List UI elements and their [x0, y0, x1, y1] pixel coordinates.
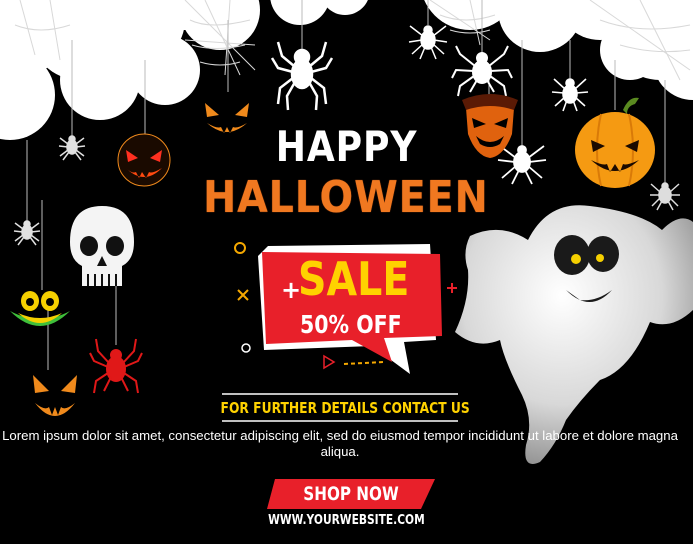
website-link[interactable]: WWW.YOURWEBSITE.COM	[62, 513, 630, 528]
triangle-decoration	[323, 354, 336, 370]
body-text: Lorem ipsum dolor sit amet, consectetur …	[2, 428, 678, 459]
happy-heading: HAPPY	[275, 122, 418, 171]
plus-decoration	[447, 283, 457, 293]
halloween-sale-poster: HAPPY HALLOWEEN + SALE 50% OFF FOR FURTH…	[0, 0, 693, 544]
shop-now-button[interactable]: SHOP NOW	[267, 479, 435, 509]
ring-decoration	[234, 242, 246, 254]
shop-now-label: SHOP NOW	[303, 483, 399, 505]
contact-heading: FOR FURTHER DETAILS CONTACT US	[220, 399, 470, 417]
halloween-heading: HALLOWEEN	[203, 172, 489, 223]
dash-decoration	[343, 361, 385, 365]
cross-decoration	[237, 289, 249, 301]
sale-label: SALE	[298, 252, 410, 306]
discount-label: 50% OFF	[300, 310, 402, 339]
ring-decoration	[241, 343, 251, 353]
